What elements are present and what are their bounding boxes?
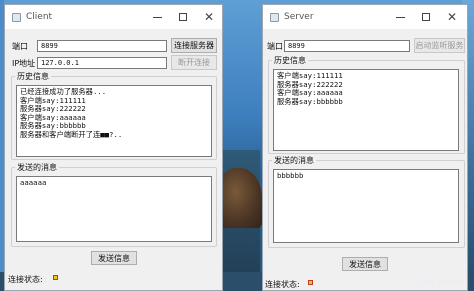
server-window-title: Server xyxy=(284,12,314,22)
start-listening-button[interactable]: 启动监听服务 xyxy=(414,38,465,53)
client-port-input[interactable]: 8899 xyxy=(37,40,167,52)
client-window: Client ✕ 端口 8899 连接服务器 IP地址 127.0.0.1 断开… xyxy=(4,4,223,291)
server-titlebar[interactable]: Server ✕ xyxy=(263,5,467,29)
client-window-title: Client xyxy=(26,12,53,22)
client-send-input[interactable]: aaaaaa xyxy=(16,176,212,242)
disconnect-button[interactable]: 断开连接 xyxy=(171,55,217,70)
client-status-label: 连接状态: xyxy=(8,275,43,284)
client-send-button[interactable]: 发送信息 xyxy=(91,251,137,265)
server-send-button[interactable]: 发送信息 xyxy=(342,257,388,271)
server-history-title: 历史信息 xyxy=(272,55,308,66)
minimize-icon[interactable] xyxy=(387,5,413,29)
client-port-label: 端口 xyxy=(12,42,28,51)
status-indicator-icon xyxy=(53,275,58,280)
connect-server-button[interactable]: 连接服务器 xyxy=(171,38,217,53)
server-port-input[interactable]: 8899 xyxy=(284,40,410,52)
close-icon[interactable]: ✕ xyxy=(196,5,222,29)
server-window: Server ✕ 端口 8899 启动监听服务 历史信息 客户端say:1111… xyxy=(262,4,468,291)
status-indicator-icon xyxy=(308,280,313,285)
desktop-background-rock xyxy=(218,168,262,228)
close-icon[interactable]: ✕ xyxy=(439,5,465,29)
maximize-icon[interactable] xyxy=(413,5,439,29)
app-icon xyxy=(12,12,21,22)
server-send-title: 发送的消息 xyxy=(272,155,316,166)
minimize-icon[interactable] xyxy=(144,5,170,29)
app-icon xyxy=(270,12,279,22)
client-ip-input[interactable]: 127.0.0.1 xyxy=(37,57,167,69)
history-line: 服务器say:bbbbbb xyxy=(277,96,343,106)
server-status-label: 连接状态: xyxy=(265,280,300,289)
server-port-label: 端口 xyxy=(267,42,283,51)
client-ip-label: IP地址 xyxy=(12,59,36,68)
server-history-text[interactable]: 客户端say:111111 服务器say:222222 客户端say:aaaaaa 服… xyxy=(273,69,459,151)
client-history-text[interactable]: 已经连接成功了服务器... 客户端say:111111 服务器say:222222 客… xyxy=(16,85,212,157)
history-line: 服务器和客户端断开了连■■?.. xyxy=(20,129,123,139)
client-send-title: 发送的消息 xyxy=(15,162,59,173)
client-history-title: 历史信息 xyxy=(15,71,51,82)
client-titlebar[interactable]: Client ✕ xyxy=(5,5,222,29)
maximize-icon[interactable] xyxy=(170,5,196,29)
csdn-watermark: CSDN @苏永明 xyxy=(413,279,464,287)
server-send-input[interactable]: bbbbbb xyxy=(273,169,459,243)
